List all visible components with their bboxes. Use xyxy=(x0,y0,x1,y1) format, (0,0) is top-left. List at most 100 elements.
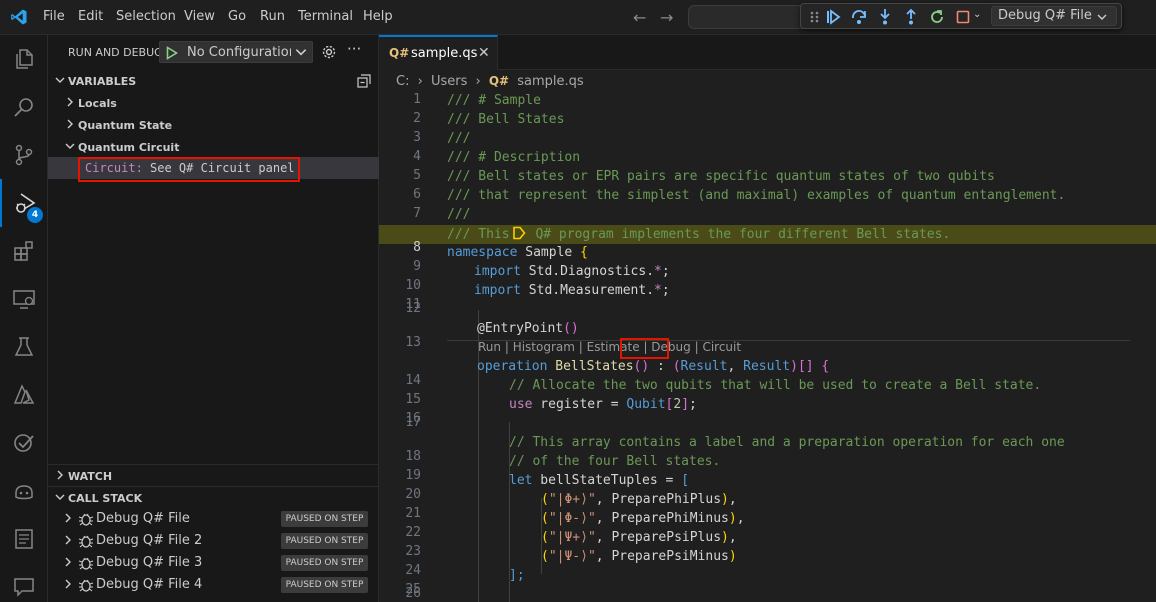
codelens-histogram[interactable]: Histogram xyxy=(513,340,575,354)
debug-bug-icon xyxy=(78,513,94,526)
run-debug-title: RUN AND DEBUG xyxy=(68,46,163,59)
highlight-box xyxy=(620,338,669,359)
call-stack-item[interactable]: Debug Q# File 3 PAUSED ON STEP xyxy=(48,552,379,574)
variables-group-quantum-circuit[interactable]: Quantum Circuit xyxy=(48,136,379,158)
breadcrumb-file[interactable]: sample.qs xyxy=(517,74,583,89)
variables-section-header[interactable]: VARIABLES xyxy=(48,70,379,92)
call-stack-section-header[interactable]: CALL STACK xyxy=(48,486,379,508)
menu-selection[interactable]: Selection xyxy=(116,9,176,24)
run-debug-header: RUN AND DEBUG No Configurations ··· xyxy=(48,35,379,70)
codelens-separator: | xyxy=(501,340,513,354)
activity-run-debug[interactable]: 4 xyxy=(0,179,48,227)
code-text: // This array contains a label and a pre… xyxy=(509,435,1065,450)
code-line: 10 import Std.Diagnostics.*; xyxy=(379,263,1156,293)
menu-edit[interactable]: Edit xyxy=(78,9,103,24)
code-text: /// # Sample xyxy=(447,93,541,108)
breadcrumb-drive[interactable]: C: xyxy=(396,74,409,89)
code-text: let bellStateTuples = [ xyxy=(509,473,690,488)
watch-section-header[interactable]: WATCH xyxy=(48,464,379,486)
restart-icon[interactable] xyxy=(927,7,947,27)
code-text: import Std.Diagnostics.*; xyxy=(474,264,670,279)
code-text: operation BellStates() : (Result, Result… xyxy=(477,359,830,374)
codelens-separator: | xyxy=(574,340,587,354)
codelens-bar: Run | Histogram | Estimate | Debug | Cir… xyxy=(478,340,741,359)
paused-status-badge: PAUSED ON STEP xyxy=(281,533,368,549)
circuit-variable-row[interactable]: Circuit: See Q# Circuit panel xyxy=(48,157,379,182)
call-stack-header-label: CALL STACK xyxy=(68,492,143,505)
debug-config-select[interactable]: Debug Q# File xyxy=(991,6,1117,26)
call-stack-name: Debug Q# File 3 xyxy=(96,555,203,570)
code-line: 21 ("|Φ+⟩", PreparePhiPlus), xyxy=(379,491,1156,521)
activity-source-control[interactable] xyxy=(0,131,48,179)
activity-search[interactable] xyxy=(0,83,48,131)
code-line: 11 import Std.Measurement.*; xyxy=(379,282,1156,312)
codelens-run[interactable]: Run xyxy=(478,340,501,354)
code-text: ("|Ψ-⟩", PreparePsiMinus) xyxy=(541,549,737,564)
gear-icon[interactable] xyxy=(321,44,337,60)
debug-stackframe-arrow-icon xyxy=(512,226,526,240)
tab-sample-qs[interactable]: Q# sample.qs ✕ xyxy=(379,35,498,70)
more-actions-icon[interactable]: ··· xyxy=(347,40,361,58)
menu-run[interactable]: Run xyxy=(260,9,285,24)
call-stack-item[interactable]: Debug Q# File 4 PAUSED ON STEP xyxy=(48,574,379,596)
code-text: /// xyxy=(447,131,471,146)
activity-copilot-check[interactable] xyxy=(0,419,48,467)
debug-bug-icon xyxy=(78,535,94,548)
forward-arrow-icon[interactable]: → xyxy=(660,8,673,27)
testing-icon xyxy=(14,337,34,356)
debug-toolbar: ⌄ Debug Q# File xyxy=(800,3,1122,29)
code-line: 25 ]; xyxy=(379,567,1156,597)
copilot-icon xyxy=(15,485,33,500)
code-line: 17 xyxy=(379,415,1156,434)
vscode-logo-icon xyxy=(11,9,27,25)
variables-header-label: VARIABLES xyxy=(68,75,137,88)
chevron-down-icon xyxy=(295,49,307,56)
circuit-key: Circuit: xyxy=(85,161,143,175)
activity-remote-explorer[interactable] xyxy=(0,275,48,323)
line-number: 12 xyxy=(405,301,421,316)
watch-header-label: WATCH xyxy=(68,470,113,483)
activity-explorer[interactable] xyxy=(0,35,48,83)
back-arrow-icon[interactable]: ← xyxy=(633,8,646,27)
drag-handle-icon[interactable] xyxy=(805,7,825,27)
menu-file[interactable]: File xyxy=(43,9,65,24)
stop-icon[interactable] xyxy=(953,7,973,27)
step-into-icon[interactable] xyxy=(875,7,895,27)
code-text: /// This Q# program implements the four … xyxy=(447,226,951,242)
call-stack-item[interactable]: Debug Q# File PAUSED ON STEP xyxy=(48,508,379,530)
variables-group-quantum-state[interactable]: Quantum State xyxy=(48,114,379,136)
continue-icon[interactable] xyxy=(823,7,843,27)
close-icon[interactable]: ✕ xyxy=(478,45,490,61)
code-line: 9 namespace Sample { xyxy=(379,244,1156,274)
call-stack-item[interactable]: Debug Q# File 2 PAUSED ON STEP xyxy=(48,530,379,552)
step-over-icon[interactable] xyxy=(849,7,869,27)
code-line: 16 use register = Qubit[2]; xyxy=(379,396,1156,426)
menu-go[interactable]: Go xyxy=(228,9,246,24)
line-number: 13 xyxy=(405,335,421,350)
variables-group-locals[interactable]: Locals xyxy=(48,92,379,114)
activity-extensions[interactable] xyxy=(0,227,48,275)
chat-icon xyxy=(14,578,34,597)
codelens-circuit[interactable]: Circuit xyxy=(702,340,741,354)
activity-copilot[interactable] xyxy=(0,467,48,515)
menu-help[interactable]: Help xyxy=(363,9,393,24)
activity-testing[interactable] xyxy=(0,323,48,371)
breadcrumb-folder[interactable]: Users xyxy=(431,74,467,89)
chevron-right-icon xyxy=(67,119,73,129)
debug-configuration-select[interactable]: No Configurations xyxy=(159,41,313,63)
step-out-icon[interactable] xyxy=(901,7,921,27)
qsharp-file-icon: Q# xyxy=(488,74,510,88)
activity-chat[interactable] xyxy=(0,563,48,602)
configuration-label: No Configurations xyxy=(187,45,291,60)
activity-azure[interactable] xyxy=(0,371,48,419)
start-debugging-play-icon[interactable] xyxy=(166,46,178,60)
activity-notes[interactable] xyxy=(0,515,48,563)
chevron-right-icon xyxy=(65,513,71,523)
menu-view[interactable]: View xyxy=(184,9,215,24)
debug-bug-icon xyxy=(78,579,94,592)
collapse-all-icon[interactable] xyxy=(357,74,371,88)
chevron-right-icon xyxy=(65,579,71,589)
menu-terminal[interactable]: Terminal xyxy=(298,9,353,24)
stop-dropdown-chevron-icon[interactable]: ⌄ xyxy=(973,9,981,20)
circuit-variable: Circuit: See Q# Circuit panel xyxy=(85,161,295,175)
